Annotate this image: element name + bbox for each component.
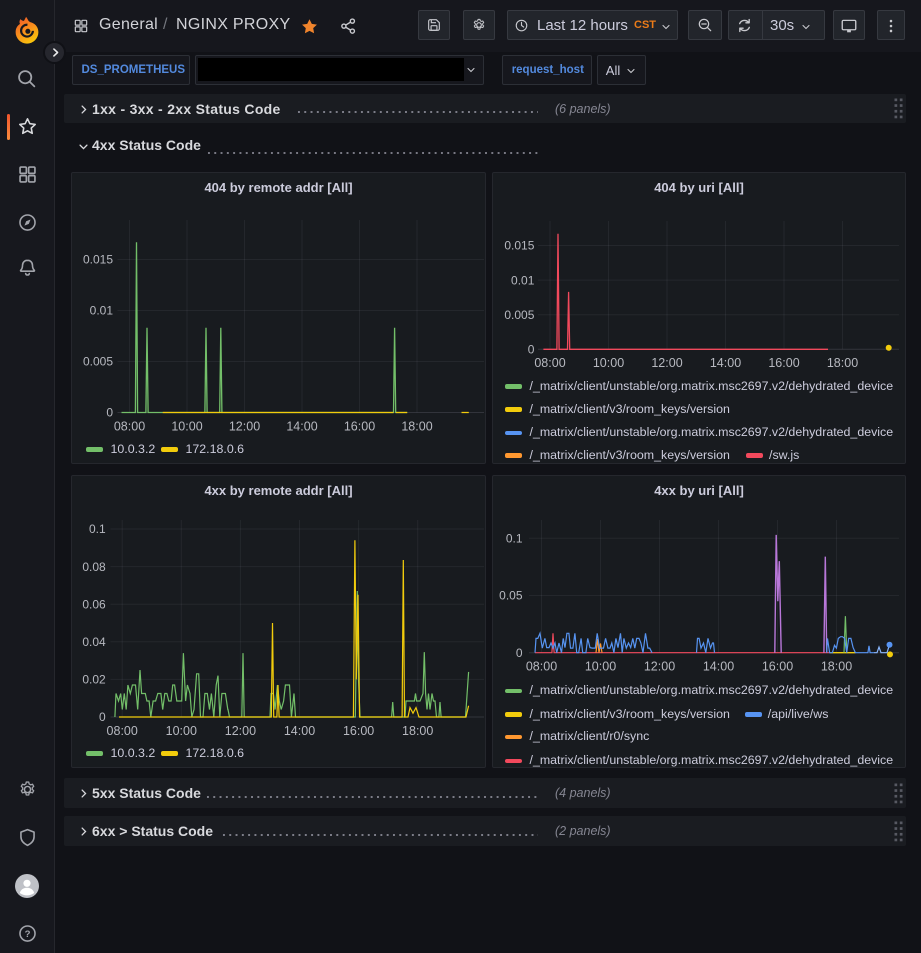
svg-text:18:00: 18:00: [401, 420, 432, 434]
svg-text:0: 0: [516, 646, 523, 660]
svg-text:0: 0: [528, 343, 535, 357]
svg-text:0.005: 0.005: [504, 308, 534, 322]
svg-text:12:00: 12:00: [225, 724, 256, 738]
svg-text:10:00: 10:00: [166, 724, 197, 738]
svg-text:0.01: 0.01: [511, 273, 535, 287]
svg-text:0.015: 0.015: [504, 239, 534, 253]
svg-text:16:00: 16:00: [344, 420, 375, 434]
svg-text:10:00: 10:00: [171, 420, 202, 434]
svg-text:10:00: 10:00: [593, 356, 624, 370]
svg-text:16:00: 16:00: [762, 660, 793, 674]
svg-text:08:00: 08:00: [107, 724, 138, 738]
svg-text:08:00: 08:00: [114, 420, 145, 434]
svg-text:0.1: 0.1: [506, 532, 523, 546]
svg-text:0.08: 0.08: [82, 560, 106, 574]
svg-text:0.02: 0.02: [82, 673, 106, 687]
svg-text:0.04: 0.04: [82, 635, 106, 649]
svg-text:12:00: 12:00: [229, 420, 260, 434]
svg-text:14:00: 14:00: [703, 660, 734, 674]
svg-text:0.1: 0.1: [89, 522, 106, 536]
svg-text:0.005: 0.005: [83, 355, 113, 369]
svg-text:16:00: 16:00: [343, 724, 374, 738]
svg-text:14:00: 14:00: [710, 356, 741, 370]
svg-text:0: 0: [106, 406, 113, 420]
svg-text:0.05: 0.05: [499, 589, 523, 603]
svg-text:0.06: 0.06: [82, 597, 106, 611]
svg-text:18:00: 18:00: [821, 660, 852, 674]
svg-text:12:00: 12:00: [644, 660, 675, 674]
svg-text:10:00: 10:00: [585, 660, 616, 674]
svg-text:12:00: 12:00: [651, 356, 682, 370]
svg-text:08:00: 08:00: [534, 356, 565, 370]
svg-text:16:00: 16:00: [768, 356, 799, 370]
svg-text:14:00: 14:00: [286, 420, 317, 434]
svg-text:0.015: 0.015: [83, 253, 113, 267]
svg-text:14:00: 14:00: [284, 724, 315, 738]
svg-text:18:00: 18:00: [402, 724, 433, 738]
svg-text:0.01: 0.01: [90, 304, 114, 318]
svg-text:0: 0: [99, 710, 106, 724]
svg-text:18:00: 18:00: [827, 356, 858, 370]
svg-text:?: ?: [25, 929, 31, 940]
svg-text:08:00: 08:00: [526, 660, 557, 674]
